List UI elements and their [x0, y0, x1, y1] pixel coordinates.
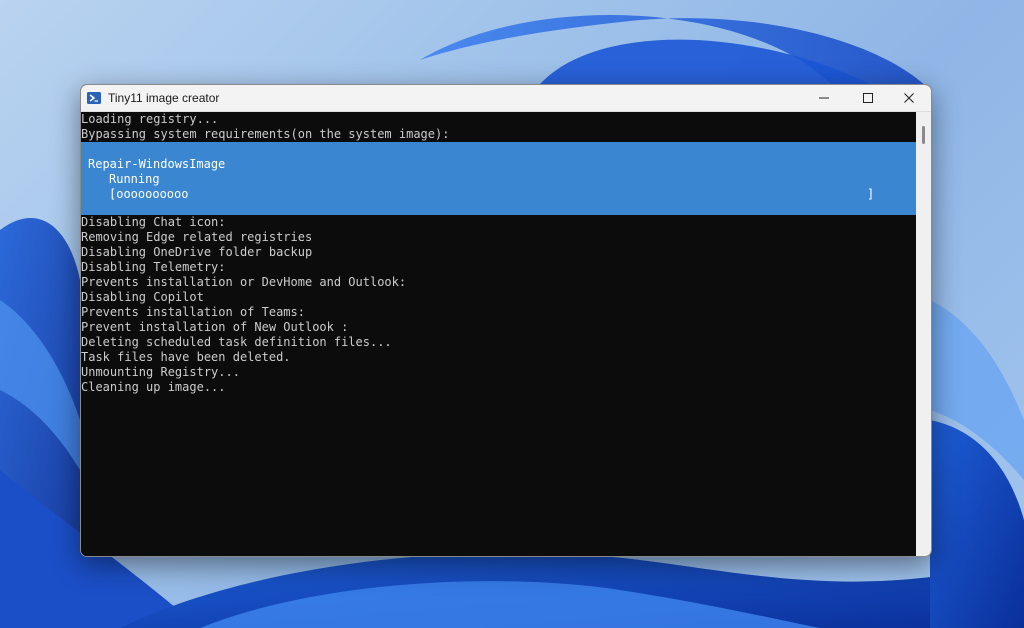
console-line: Disabling OneDrive folder backup — [81, 245, 313, 259]
console-line: Task files have been deleted. — [81, 350, 291, 364]
powershell-icon — [87, 92, 101, 104]
console-line: Prevents installation of Teams: — [81, 305, 305, 319]
progress-activity: Repair-WindowsImage — [88, 157, 226, 171]
vertical-scrollbar[interactable] — [916, 112, 931, 556]
window-title: Tiny11 image creator — [108, 91, 220, 105]
console-line: Unmounting Registry... — [81, 365, 240, 379]
console-line: Deleting scheduled task definition files… — [81, 335, 392, 349]
console-line: Disabling Telemetry: — [81, 260, 226, 274]
console-line: Disabling Chat icon: — [81, 215, 226, 229]
maximize-icon — [863, 93, 873, 103]
console-line: Cleaning up image... — [81, 380, 226, 394]
terminal-window: Tiny11 image creator Loading registry...… — [80, 84, 932, 557]
minimize-button[interactable] — [802, 85, 846, 111]
console-line: Bypassing system requirements(on the sys… — [81, 127, 450, 141]
console-line: Removing Edge related registries — [81, 230, 313, 244]
console-line: Prevent installation of New Outlook : — [81, 320, 349, 334]
close-icon — [904, 93, 914, 103]
close-button[interactable] — [887, 85, 931, 111]
progress-status: Running — [109, 172, 160, 186]
console-line: Prevents installation or DevHome and Out… — [81, 275, 407, 289]
progress-panel: Repair-WindowsImage Running [oooooooooo … — [81, 142, 916, 215]
scrollbar-thumb[interactable] — [922, 126, 925, 144]
progress-bar-text: [oooooooooo — [109, 187, 189, 201]
console-line: Disabling Copilot — [81, 290, 204, 304]
window-titlebar[interactable]: Tiny11 image creator — [81, 85, 931, 112]
progress-bar-end: ] — [867, 187, 875, 201]
console-output[interactable]: Loading registry... Bypassing system req… — [81, 112, 916, 556]
maximize-button[interactable] — [846, 85, 890, 111]
minimize-icon — [819, 97, 829, 99]
console-line: Loading registry... — [81, 112, 219, 126]
